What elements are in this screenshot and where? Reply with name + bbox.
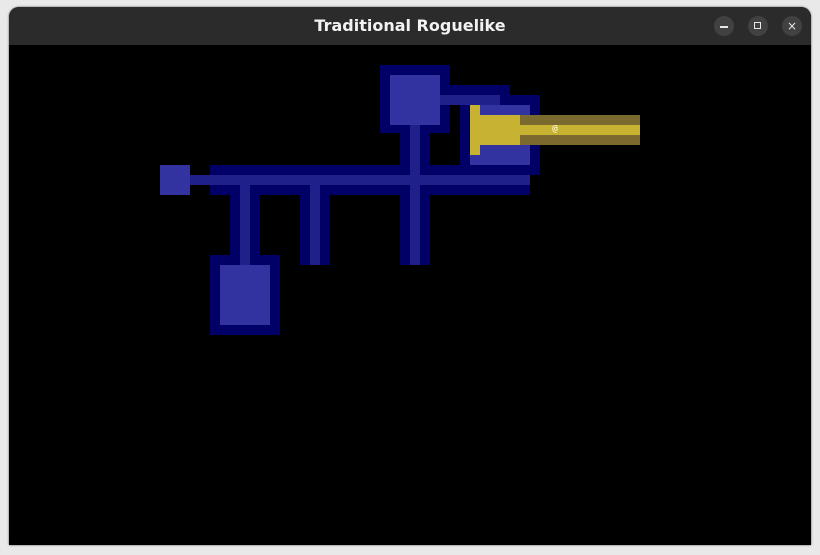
minimize-button[interactable] bbox=[714, 16, 734, 36]
minimize-icon bbox=[720, 26, 728, 28]
maximize-button[interactable] bbox=[748, 16, 768, 36]
top-room-floor bbox=[390, 75, 440, 125]
corridor-branch-left bbox=[240, 185, 250, 265]
maximize-icon bbox=[754, 22, 761, 29]
player-character: @ bbox=[552, 124, 558, 134]
fov-room-column bbox=[470, 105, 480, 155]
fov-beam-bright bbox=[520, 125, 640, 135]
game-window: Traditional Roguelike × @ bbox=[9, 7, 811, 545]
close-icon: × bbox=[786, 19, 798, 33]
window-title: Traditional Roguelike bbox=[314, 16, 506, 35]
far-left-room bbox=[160, 165, 190, 195]
dungeon-map: @ bbox=[10, 45, 810, 545]
corridor-shaft bbox=[410, 125, 420, 265]
close-button[interactable]: × bbox=[782, 16, 802, 36]
corridor-top-connector bbox=[440, 95, 500, 105]
corridor-main bbox=[190, 175, 530, 185]
bottom-room-floor bbox=[220, 265, 270, 325]
corridor-branch-mid bbox=[310, 185, 320, 265]
title-bar[interactable]: Traditional Roguelike × bbox=[9, 7, 811, 45]
